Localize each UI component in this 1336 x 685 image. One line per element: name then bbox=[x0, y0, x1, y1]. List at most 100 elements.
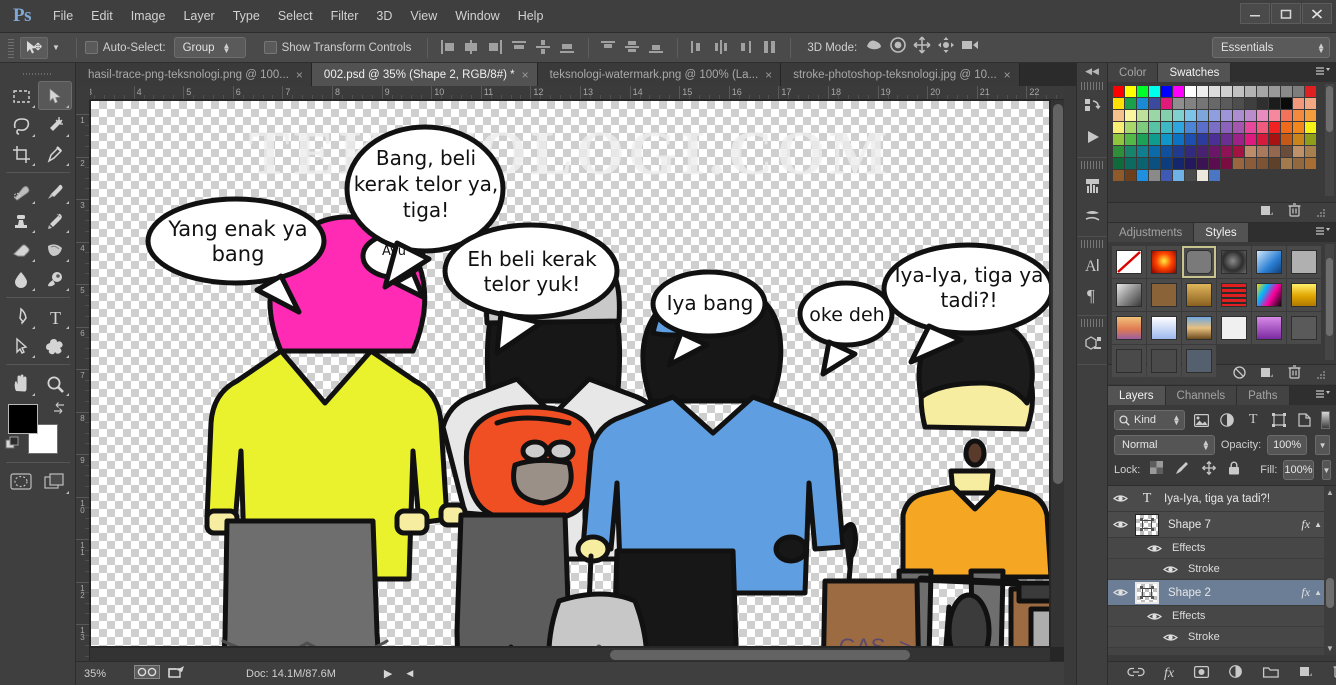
color-swatch[interactable] bbox=[1161, 110, 1172, 121]
color-swatch[interactable] bbox=[1233, 146, 1244, 157]
color-swatch[interactable] bbox=[1185, 98, 1196, 109]
quick-mask-mode-button[interactable] bbox=[4, 467, 38, 496]
color-swatch[interactable] bbox=[1197, 170, 1208, 181]
magic-wand-tool-button[interactable] bbox=[38, 110, 72, 139]
close-tab-icon[interactable]: × bbox=[522, 68, 529, 82]
hand-tool-button[interactable] bbox=[4, 369, 38, 398]
color-swatch[interactable] bbox=[1185, 110, 1196, 121]
color-swatch[interactable] bbox=[1305, 110, 1316, 121]
color-swatch[interactable] bbox=[1149, 122, 1160, 133]
color-swatch[interactable] bbox=[1269, 86, 1280, 97]
color-swatch[interactable] bbox=[1305, 86, 1316, 97]
spot-healing-brush-tool-button[interactable] bbox=[4, 177, 38, 206]
color-swatch[interactable] bbox=[1125, 98, 1136, 109]
filter-adjustment-icon[interactable] bbox=[1217, 410, 1237, 430]
layer-row[interactable]: Shape 2 fx ▲ bbox=[1108, 580, 1336, 606]
color-swatch[interactable] bbox=[1293, 134, 1304, 145]
color-swatch[interactable] bbox=[1209, 98, 1220, 109]
close-tab-icon[interactable]: × bbox=[1004, 68, 1011, 82]
color-swatch[interactable] bbox=[1173, 134, 1184, 145]
color-swatch[interactable] bbox=[1197, 134, 1208, 145]
color-swatch[interactable] bbox=[1245, 134, 1256, 145]
color-swatch[interactable] bbox=[1125, 122, 1136, 133]
lock-all-icon[interactable] bbox=[1228, 461, 1240, 480]
workspace-switcher[interactable]: Essentials ▲ ▼ bbox=[1212, 37, 1330, 58]
color-swatch[interactable] bbox=[1209, 158, 1220, 169]
distribute-middle-icon[interactable] bbox=[712, 38, 732, 58]
filter-smartobject-icon[interactable] bbox=[1295, 410, 1315, 430]
style-preset-brown-flat[interactable] bbox=[1147, 279, 1181, 311]
color-swatch[interactable] bbox=[1149, 146, 1160, 157]
color-swatch[interactable] bbox=[1173, 146, 1184, 157]
color-swatch[interactable] bbox=[1281, 98, 1292, 109]
add-layer-style-icon[interactable]: fx bbox=[1164, 666, 1174, 682]
new-group-icon[interactable] bbox=[1263, 665, 1279, 683]
color-swatch[interactable] bbox=[1269, 122, 1280, 133]
color-swatch[interactable] bbox=[1197, 110, 1208, 121]
color-swatch[interactable] bbox=[1185, 146, 1196, 157]
filter-toggle-switch[interactable] bbox=[1320, 411, 1331, 429]
style-preset-outline-1[interactable] bbox=[1112, 345, 1146, 377]
layer-list-scroll-thumb[interactable] bbox=[1326, 578, 1334, 608]
color-swatch[interactable] bbox=[1209, 122, 1220, 133]
brush-presets-icon[interactable] bbox=[1077, 171, 1109, 201]
color-swatch[interactable] bbox=[1293, 110, 1304, 121]
effect-visibility-eye-icon[interactable] bbox=[1158, 632, 1182, 643]
effect-visibility-eye-icon[interactable] bbox=[1158, 564, 1182, 575]
color-swatch[interactable] bbox=[1245, 86, 1256, 97]
color-swatch[interactable] bbox=[1305, 122, 1316, 133]
share-icon[interactable] bbox=[168, 665, 186, 682]
color-swatch[interactable] bbox=[1221, 86, 1232, 97]
color-swatch[interactable] bbox=[1137, 110, 1148, 121]
layer-list[interactable]: T Iya-Iya, tiga ya tadi?! Shape 7 fx ▲ Effect… bbox=[1108, 485, 1336, 655]
screen-mode-button[interactable] bbox=[38, 467, 72, 496]
rail-group-grip[interactable] bbox=[1081, 161, 1103, 169]
maximize-button[interactable] bbox=[1271, 3, 1301, 24]
panel-tab-channels[interactable]: Channels bbox=[1165, 386, 1238, 405]
move-tool-button[interactable] bbox=[38, 81, 72, 110]
foreground-color-swatch[interactable] bbox=[8, 404, 38, 434]
style-preset-gray-flat[interactable] bbox=[1287, 246, 1321, 278]
color-swatch[interactable] bbox=[1125, 170, 1136, 181]
color-swatch[interactable] bbox=[1137, 158, 1148, 169]
menu-item-3d[interactable]: 3D bbox=[367, 6, 401, 26]
canvas-vertical-scroll-thumb[interactable] bbox=[1053, 104, 1063, 484]
layer-row[interactable]: Shape 7 fx ▲ bbox=[1108, 512, 1336, 538]
color-swatch[interactable] bbox=[1137, 170, 1148, 181]
auto-select-group[interactable]: Auto-Select: bbox=[84, 41, 166, 54]
style-preset-red-stripes[interactable] bbox=[1217, 279, 1251, 311]
canvas-horizontal-scroll-thumb[interactable] bbox=[610, 650, 910, 660]
color-swatch[interactable] bbox=[1161, 98, 1172, 109]
color-swatch[interactable] bbox=[1173, 122, 1184, 133]
color-swatch[interactable] bbox=[1221, 134, 1232, 145]
panel-tab-paths[interactable]: Paths bbox=[1237, 386, 1290, 405]
add-layer-mask-icon[interactable] bbox=[1194, 665, 1210, 683]
rail-group-grip[interactable] bbox=[1081, 319, 1103, 327]
3d-pan-icon[interactable] bbox=[913, 36, 931, 59]
filter-shape-icon[interactable] bbox=[1269, 410, 1289, 430]
blend-mode-dropdown[interactable]: Normal ▲ ▼ bbox=[1114, 435, 1215, 455]
history-icon[interactable] bbox=[1077, 92, 1109, 122]
link-layers-icon[interactable] bbox=[1127, 665, 1145, 683]
color-swatch[interactable] bbox=[1257, 134, 1268, 145]
style-preset-purple-gloss[interactable] bbox=[1252, 312, 1286, 344]
layer-effect-row[interactable]: Effects bbox=[1108, 538, 1336, 559]
canvas-vertical-scrollbar[interactable] bbox=[1050, 100, 1064, 647]
expand-effects-chevron-icon[interactable]: ▲ bbox=[1314, 588, 1322, 597]
color-swatch[interactable] bbox=[1113, 170, 1124, 181]
horizontal-ruler[interactable]: 345678910111213141516171819202122232425 bbox=[90, 86, 1064, 100]
color-swatch[interactable] bbox=[1281, 110, 1292, 121]
color-swatch[interactable] bbox=[1221, 158, 1232, 169]
rail-group-grip[interactable] bbox=[1081, 82, 1103, 90]
styles-scroll-thumb[interactable] bbox=[1326, 258, 1333, 336]
menu-item-edit[interactable]: Edit bbox=[82, 6, 122, 26]
panel-tab-color[interactable]: Color bbox=[1108, 63, 1159, 82]
panel-menu-icon[interactable] bbox=[1315, 226, 1331, 240]
color-swatch[interactable] bbox=[1113, 134, 1124, 145]
color-swatch[interactable] bbox=[1221, 98, 1232, 109]
scroll-down-arrow-icon[interactable]: ▼ bbox=[1326, 644, 1334, 653]
menu-item-help[interactable]: Help bbox=[509, 6, 553, 26]
distribute-center-icon[interactable] bbox=[534, 38, 554, 58]
3d-scale-icon[interactable] bbox=[961, 36, 979, 59]
fill-slider-arrow-icon[interactable]: ▼ bbox=[1321, 460, 1332, 480]
